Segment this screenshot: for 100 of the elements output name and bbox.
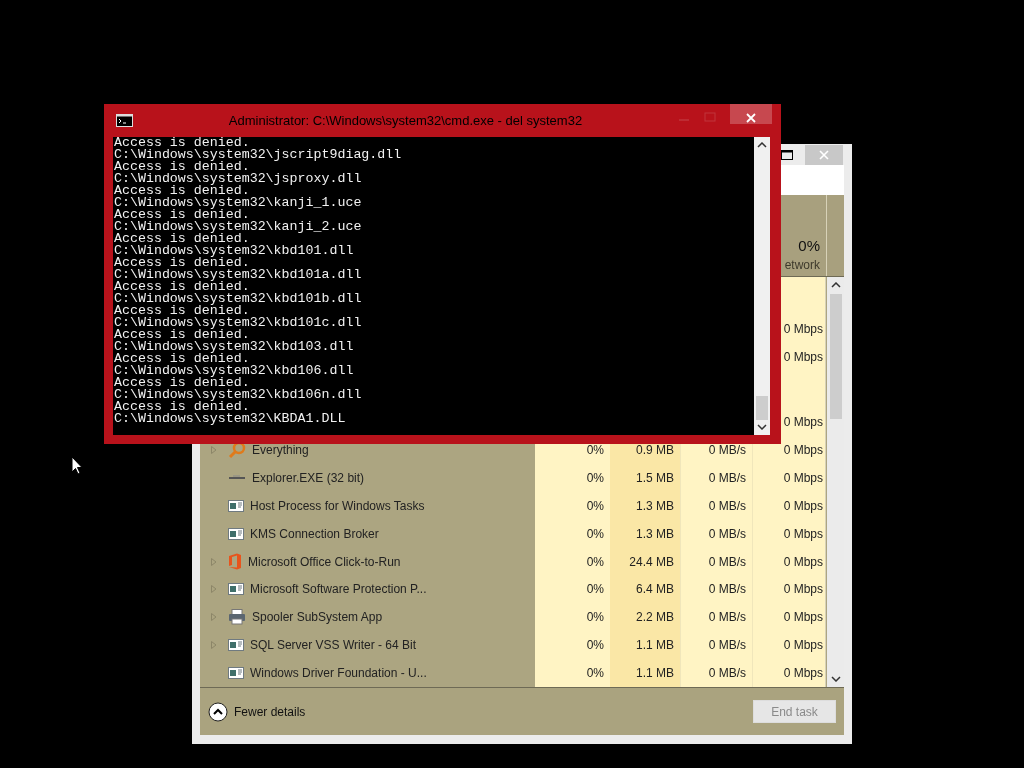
app-window-icon [228,527,244,540]
network-value: 0 Mbps [783,582,823,597]
console-line: Access is denied. [114,401,250,413]
console-line: C:\Windows\system32\kbd101.dll [114,245,355,257]
network-value: 0 Mbps [783,610,823,625]
close-button[interactable] [730,104,772,124]
console-line: C:\Windows\system32\jsproxy.dll [114,173,363,185]
process-name: Microsoft Software Protection P... [250,582,427,597]
console-line: C:\Windows\system32\kbd101a.dll [114,269,363,281]
collapse-icon[interactable] [208,701,228,722]
cursor-icon [71,456,83,475]
process-name: Host Process for Windows Tasks [250,498,425,513]
process-name: Microsoft Office Click-to-Run [248,554,401,569]
network-column-label[interactable]: etwork [784,258,820,272]
memory-value: 1.1 MB [636,666,674,680]
cpu-value: 0% [586,638,604,653]
network-value: 0 Mbps [783,498,823,513]
maximize-icon[interactable] [781,149,793,160]
console-line: Access is denied. [114,257,250,269]
memory-value: 0.9 MB [636,443,674,458]
console-line: C:\Windows\system32\jscript9diag.dll [114,149,403,161]
console-line: C:\Windows\system32\kbd101b.dll [114,293,363,305]
expand-icon[interactable] [211,585,217,594]
memory-value: 1.3 MB [636,498,674,513]
expand-icon[interactable] [211,557,217,566]
console-line: Access is denied. [114,137,250,149]
console-line: Access is denied. [114,185,250,197]
network-value: 0 Mbps [783,321,823,336]
fewer-details-link[interactable]: Fewer details [234,704,306,719]
network-percent: 0% [798,237,820,254]
network-value: 0 Mbps [783,471,823,485]
console-icon [116,114,133,127]
memory-value: 1.3 MB [636,526,674,541]
network-value: 0 Mbps [783,554,823,569]
cpu-value: 0% [586,554,604,569]
disk-value: 0 MB/s [708,443,746,458]
process-name: Spooler SubSystem App [252,610,383,625]
console-line: C:\Windows\system32\kbd106n.dll [114,389,363,401]
cpu-value: 0% [586,666,604,680]
console-line: C:\Windows\system32\kanji_1.uce [114,197,363,209]
disk-value: 0 MB/s [708,471,746,485]
network-value: 0 Mbps [783,415,823,430]
disk-value: 0 MB/s [708,526,746,541]
app-window-icon [228,583,244,596]
scroll-thumb[interactable] [829,294,842,419]
memory-value: 1.5 MB [636,471,674,485]
window-title: Administrator: C:\Windows\system32\cmd.exe - del system32 [227,113,584,128]
console-line: Access is denied. [114,329,250,341]
network-value: 0 Mbps [783,526,823,541]
network-value: 0 Mbps [783,666,823,680]
console-line: Access is denied. [114,377,250,389]
console-line: Access is denied. [114,281,250,293]
console-line: C:\Windows\system32\KBDA1.DLL [114,413,347,425]
scroll-down-icon[interactable] [830,676,841,682]
expand-icon[interactable] [211,613,217,622]
process-name: KMS Connection Broker [250,526,379,541]
console-line: C:\Windows\system32\kbd101c.dll [114,317,363,329]
memory-value: 24.4 MB [629,554,674,569]
scroll-up-icon[interactable] [757,142,767,148]
app-window-icon [228,639,244,652]
scroll-down-icon[interactable] [757,424,767,430]
scroll-up-icon[interactable] [830,282,841,288]
console-line: C:\Windows\system32\kbd103.dll [114,341,355,353]
console-line: Access is denied. [114,233,250,245]
process-name: Explorer.EXE (32 bit) [252,471,365,485]
console-line: C:\Windows\system32\kanji_2.uce [114,221,363,233]
console-line: Access is denied. [114,161,250,173]
disk-value: 0 MB/s [708,582,746,597]
cpu-value: 0% [586,498,604,513]
close-icon [819,149,829,160]
console-line: C:\Windows\system32\kbd106.dll [114,365,355,377]
cpu-value: 0% [586,443,604,458]
scroll-thumb[interactable] [756,396,768,420]
memory-value: 2.2 MB [636,610,674,625]
magnifier-icon [228,441,246,460]
cpu-value: 0% [586,582,604,597]
office-icon [228,553,242,571]
app-window-icon [228,499,244,512]
process-name: SQL Server VSS Writer - 64 Bit [250,638,417,653]
console-line: Access is denied. [114,209,250,221]
process-name: Everything [252,443,309,458]
expand-icon[interactable] [211,641,217,650]
cpu-value: 0% [586,526,604,541]
disk-value: 0 MB/s [708,554,746,569]
disk-value: 0 MB/s [708,666,746,680]
network-value: 0 Mbps [783,349,823,364]
process-name: Windows Driver Foundation - U... [250,666,427,680]
printer-icon [228,609,246,626]
disk-value: 0 MB/s [708,610,746,625]
console-line: Access is denied. [114,353,250,365]
memory-value: 1.1 MB [636,638,674,653]
disk-value: 0 MB/s [708,498,746,513]
app-window-icon [228,667,244,679]
disk-value: 0 MB/s [708,638,746,653]
network-value: 0 Mbps [783,443,823,458]
scrollbar[interactable] [754,137,770,435]
expand-icon[interactable] [211,446,217,455]
memory-value: 6.4 MB [636,582,674,597]
cpu-value: 0% [586,471,604,485]
close-icon [746,113,756,123]
